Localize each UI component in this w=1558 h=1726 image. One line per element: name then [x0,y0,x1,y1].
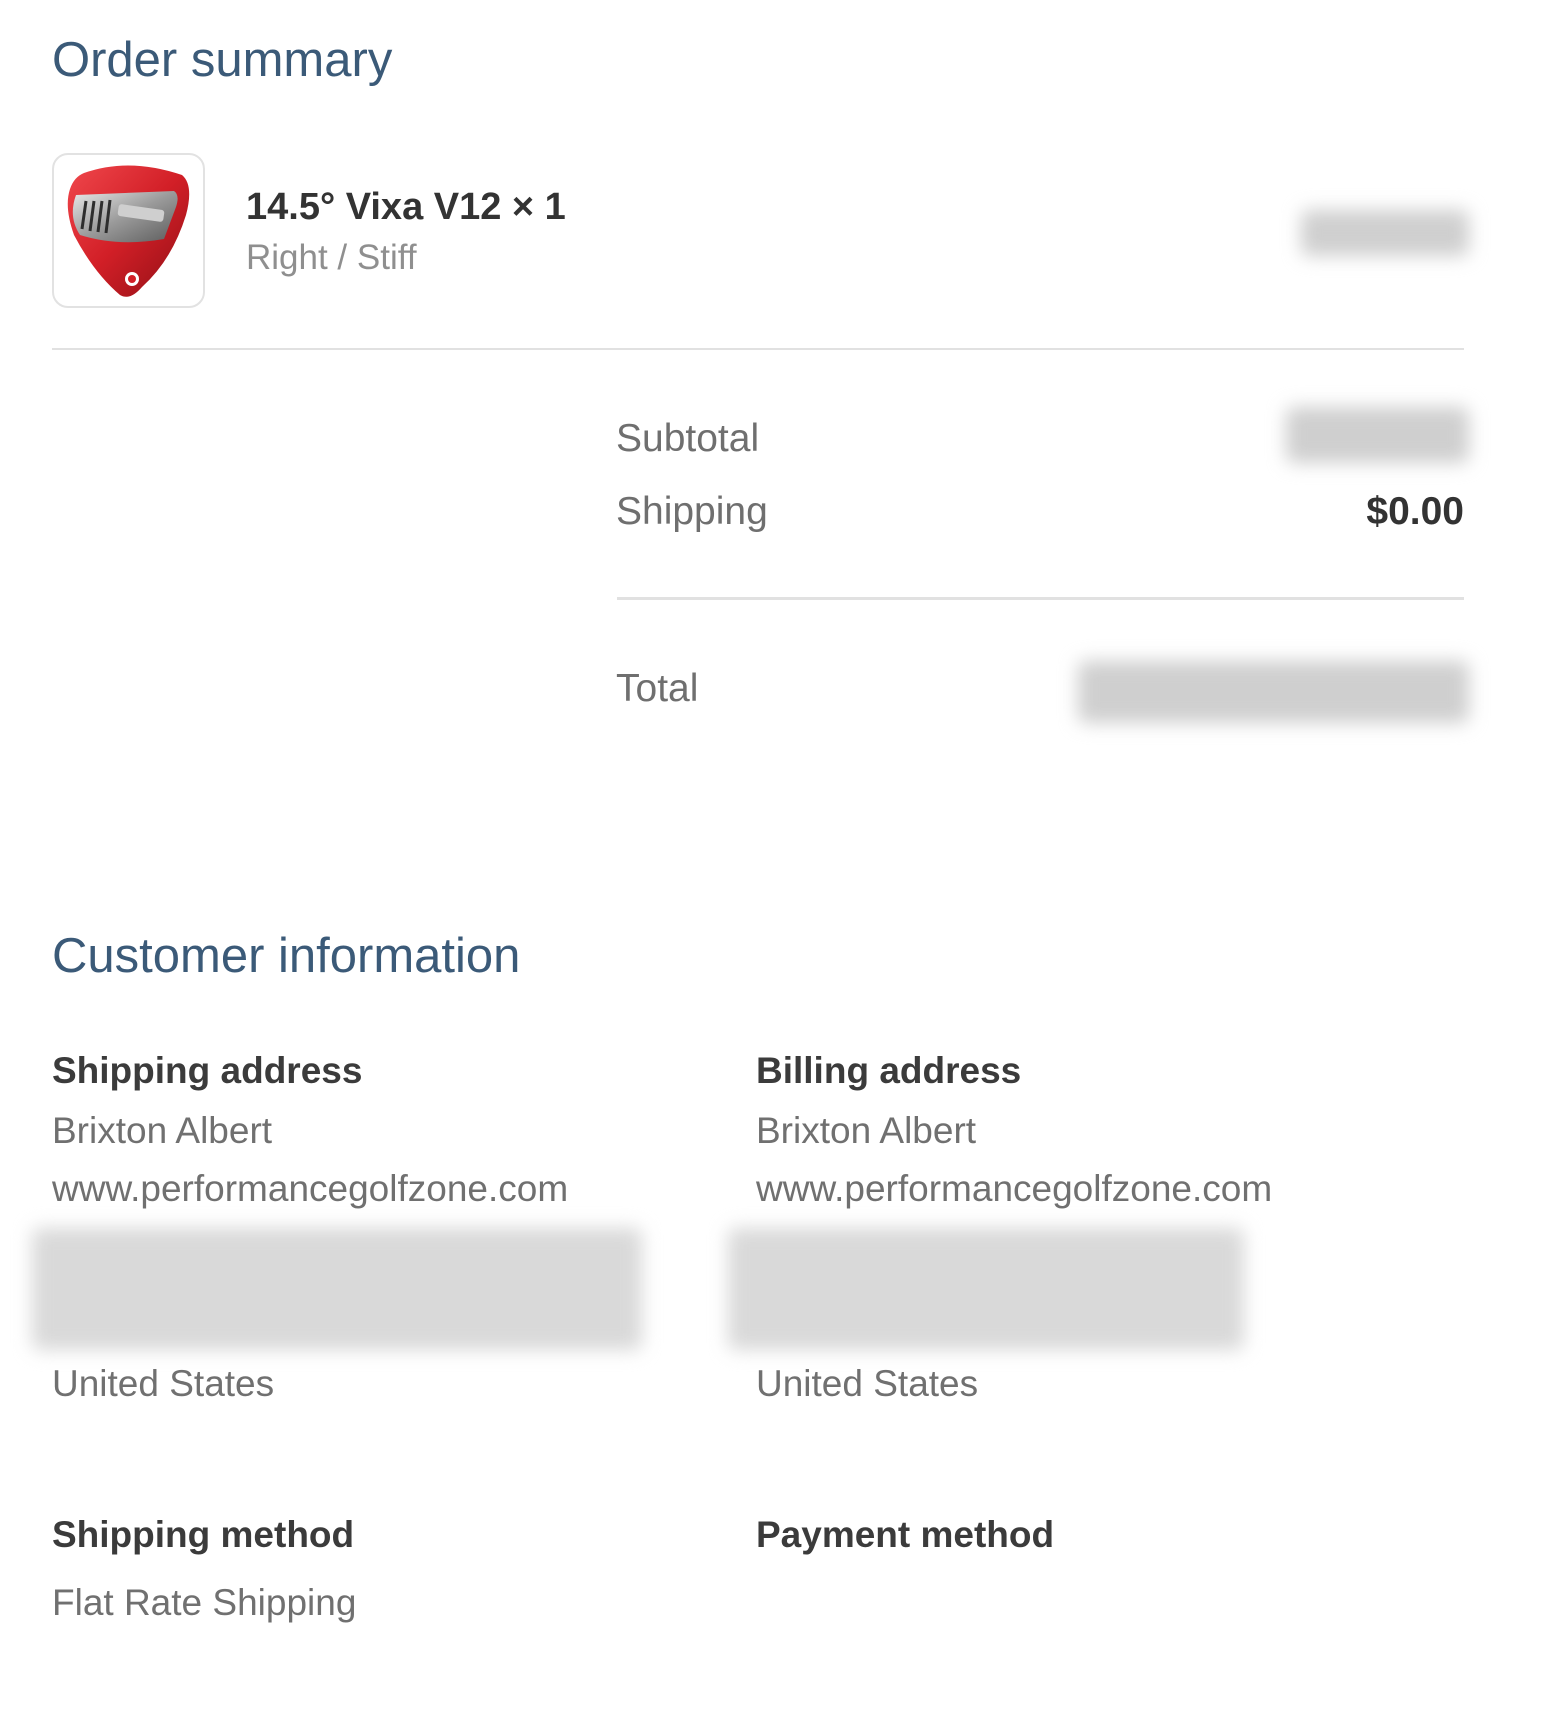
product-thumbnail [52,153,205,308]
subtotal-value-redacted [1286,407,1469,463]
shipping-address-country: United States [52,1363,275,1404]
billing-address-country: United States [756,1363,979,1404]
billing-address-lines-redacted [728,1228,1244,1350]
subtotal-label: Subtotal [616,417,760,460]
customer-information-title: Customer information [52,929,521,983]
golf-club-head-icon [67,165,190,297]
totals-divider [617,597,1464,600]
product-price-redacted [1301,210,1469,256]
total-label: Total [616,667,699,710]
shipping-label: Shipping [616,490,768,533]
billing-address-company: www.performancegolfzone.com [756,1168,1273,1209]
order-summary-title: Order summary [52,33,393,87]
billing-address-name: Brixton Albert [756,1110,977,1151]
shipping-method-heading: Shipping method [52,1514,355,1555]
total-value-redacted [1078,661,1469,723]
shipping-address-name: Brixton Albert [52,1110,273,1151]
product-name: 14.5° Vixa V12 × 1 [246,186,566,228]
billing-address-block: Billing address Brixton Albert www.perfo… [756,1050,1456,1210]
shipping-address-heading: Shipping address [52,1050,363,1091]
billing-address-heading: Billing address [756,1050,1022,1091]
summary-divider [52,348,1464,350]
payment-method-heading: Payment method [756,1514,1055,1555]
shipping-method-value: Flat Rate Shipping [52,1582,357,1623]
product-variant: Right / Stiff [246,238,417,277]
shipping-address-block: Shipping address Brixton Albert www.perf… [52,1050,692,1210]
shipping-value: $0.00 [1366,490,1464,533]
shipping-address-lines-redacted [32,1228,642,1350]
shipping-address-company: www.performancegolfzone.com [52,1168,569,1209]
